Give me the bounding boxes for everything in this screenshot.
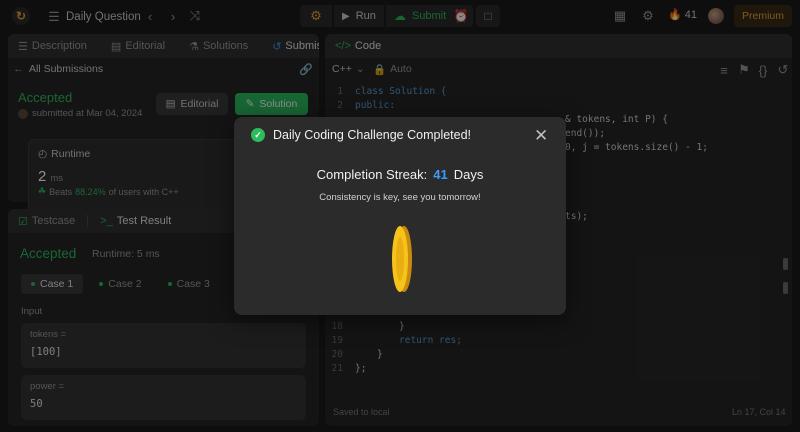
modal-title: Daily Coding Challenge Completed! <box>273 128 472 142</box>
streak-label: Completion Streak: <box>316 167 428 182</box>
streak-value: 41 <box>433 167 448 182</box>
close-icon[interactable]: ✕ <box>534 126 548 146</box>
modal-header: ✓ Daily Coding Challenge Completed! <box>251 128 471 142</box>
daily-challenge-modal: ✓ Daily Coding Challenge Completed! ✕ Co… <box>234 117 566 315</box>
gold-coin-icon <box>392 226 412 292</box>
streak-line: Completion Streak: 41 Days <box>234 167 566 182</box>
check-circle-icon: ✓ <box>251 128 265 142</box>
modal-message: Consistency is key, see you tomorrow! <box>319 192 481 203</box>
streak-unit: Days <box>453 167 484 182</box>
